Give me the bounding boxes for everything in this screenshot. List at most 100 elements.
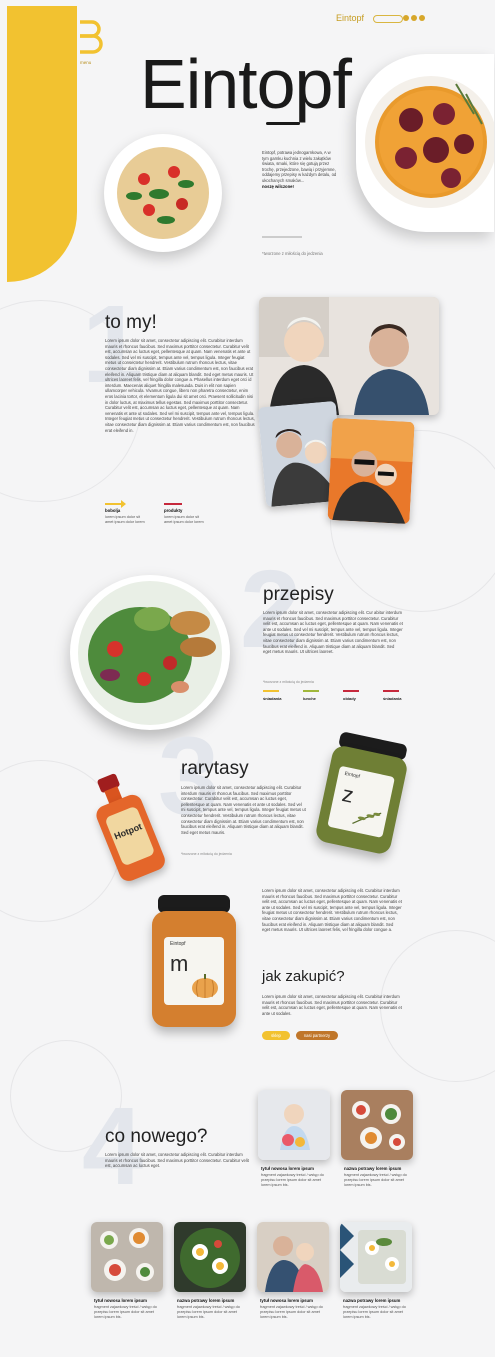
spice-jar: Eintopf m <box>150 895 238 1027</box>
jar-label: Eintopf z <box>327 765 395 838</box>
salad-plate <box>70 575 230 730</box>
recipes-footnote: *tworzone z miłością do jedzenia <box>263 680 314 684</box>
category-dinner[interactable]: obiady <box>343 690 373 701</box>
category-breakfast[interactable]: śniadania <box>263 690 293 701</box>
hero-divider <box>262 236 302 238</box>
sauce-label: Hotpot <box>112 821 144 842</box>
news-card-excerpt: fragment zajawkowy treści / wstęp do prz… <box>261 1173 324 1187</box>
hero-intro-text: Eintopf, potrawa jednogarnkowa, A w tym … <box>262 150 337 183</box>
page: menu Eintopf Eintopf Eintopf, potrawa je… <box>0 0 495 1357</box>
nav-brand[interactable]: Eintopf <box>336 13 364 23</box>
category-label: śniadania <box>263 696 282 701</box>
hero-intro-bold: noszę wilczone! <box>262 183 294 189</box>
news-card-text: nazwa potrawy lorem ipsum fragment zajaw… <box>177 1298 243 1320</box>
news-card-title: nazwa potrawy lorem ipsum <box>344 1166 402 1171</box>
logo-underline <box>266 122 300 125</box>
main-logo: Eintopf <box>140 45 352 123</box>
jar-letter: m <box>170 951 189 976</box>
how-to-buy-body: Lorem ipsum dolor sit amet, consectetur … <box>262 994 402 1016</box>
news-card[interactable]: nazwa potrawy lorem ipsum fragment zajaw… <box>174 1222 246 1342</box>
category-other[interactable]: śniadania <box>383 690 413 701</box>
social-icon-3[interactable] <box>419 15 425 21</box>
news-card-excerpt: fragment zajawkowy treści / wstęp do prz… <box>343 1305 406 1319</box>
category-lunch[interactable]: lunche <box>303 690 333 701</box>
hero-intro: Eintopf, potrawa jednogarnkowa, A w tym … <box>262 150 338 189</box>
news-card-text: tytuł nowosa lorem ipsum fragment zajawk… <box>94 1298 160 1320</box>
menu-label[interactable]: menu <box>80 60 91 65</box>
news-card-title: tytuł nowosa lorem ipsum <box>260 1298 314 1303</box>
about-col2-marker <box>164 503 182 505</box>
about-col2-text: lorem ipsum dolor sit amet ipsum dolor l… <box>164 515 204 524</box>
pesto-jar: Eintopf z <box>312 730 414 856</box>
specialties-body: Lorem ipsum dolor sit amet, consectetur … <box>181 785 306 835</box>
pumpkin-icon <box>192 974 218 998</box>
olive-branch-icon <box>352 812 382 825</box>
news-card-excerpt: fragment zajawkowy treści / wstęp do prz… <box>260 1305 323 1319</box>
shop-button[interactable]: sklep <box>262 1031 290 1040</box>
hero-footnote: *tworzone z miłością do jedzenia <box>262 251 323 256</box>
category-marker <box>343 690 359 692</box>
specialties-body-2: Lorem ipsum dolor sit amet, consectetur … <box>262 888 402 933</box>
news-card-image <box>91 1222 163 1292</box>
category-label: lunche <box>303 696 316 701</box>
category-label: śniadania <box>383 696 402 701</box>
search-input[interactable] <box>373 15 403 23</box>
hamburger-icon[interactable] <box>78 19 104 57</box>
news-card[interactable]: tytuł nowosa lorem ipsum fragment zajawk… <box>258 1090 330 1202</box>
bottle-label: Hotpot <box>104 805 156 867</box>
news-card-title: tytuł nowosa lorem ipsum <box>261 1166 315 1171</box>
jar-label: Eintopf m <box>164 937 224 1005</box>
about-col2-title: produkty <box>164 508 183 513</box>
news-card-text: tytuł nowosa lorem ipsum fragment zajawk… <box>261 1166 327 1188</box>
news-card-image <box>258 1090 330 1160</box>
news-card-text: tytuł nowosa lorem ipsum fragment zajawk… <box>260 1298 326 1320</box>
news-card[interactable]: tytuł nowosa lorem ipsum fragment zajawk… <box>91 1222 163 1342</box>
about-col2: produkty lorem ipsum dolor sit amet ipsu… <box>164 508 204 525</box>
section-title-news: co nowego? <box>105 1126 208 1147</box>
news-card-text: nazwa potrawy lorem ipsum fragment zajaw… <box>343 1298 409 1320</box>
news-card[interactable]: nazwa potrawy lorem ipsum fragment zajaw… <box>340 1222 412 1342</box>
about-col1: bobolja lorem ipsum dolor sit amet ipsum… <box>105 508 145 525</box>
news-card-image <box>341 1090 413 1160</box>
news-card-title: nazwa potrawy lorem ipsum <box>343 1298 401 1303</box>
news-body: Lorem ipsum dolor sit amet, consectetur … <box>105 1152 249 1169</box>
news-card-excerpt: fragment zajawkowy treści / wstęp do prz… <box>177 1305 240 1319</box>
news-card-title: nazwa potrawy lorem ipsum <box>177 1298 235 1303</box>
partners-button[interactable]: nasi partnerzy <box>296 1031 338 1040</box>
category-marker <box>263 690 279 692</box>
jar-brand: Eintopf <box>343 770 361 780</box>
jar-body: Eintopf m <box>152 911 236 1027</box>
news-card-title: tytuł nowosa lorem ipsum <box>94 1298 148 1303</box>
team-photo-main <box>259 297 439 415</box>
category-label: obiady <box>343 696 356 701</box>
section-title-specialties: rarytasy <box>181 758 249 779</box>
team-photo-couple-right <box>327 417 415 525</box>
news-card-excerpt: fragment zajawkowy treści / wstęp do prz… <box>344 1173 407 1187</box>
about-col1-text: lorem ipsum dolor sit amet ipsum dolor l… <box>105 515 145 524</box>
news-card[interactable]: nazwa potrawy lorem ipsum fragment zajaw… <box>341 1090 413 1202</box>
news-card-text: nazwa potrawy lorem ipsum fragment zajaw… <box>344 1166 410 1188</box>
category-marker <box>383 690 399 692</box>
news-card-image <box>174 1222 246 1292</box>
social-icon-1[interactable] <box>403 15 409 21</box>
category-marker <box>303 690 319 692</box>
news-card-image <box>340 1222 412 1292</box>
jar-brand: Eintopf <box>170 941 186 947</box>
about-col1-title: bobolja <box>105 508 121 513</box>
specialties-footnote: *tworzone z miłością do jedzenia <box>181 852 232 856</box>
arrow-right-icon <box>121 500 126 508</box>
section-title-about: to my! <box>105 312 157 333</box>
social-icon-2[interactable] <box>411 15 417 21</box>
about-body: Lorem ipsum dolor sit amet, consectetur … <box>105 338 255 433</box>
news-card-image <box>257 1222 329 1292</box>
recipe-categories: śniadania lunche obiady śniadania <box>263 690 413 704</box>
recipes-body: Lorem ipsum dolor sit amet, consectetur … <box>263 610 403 655</box>
menu-block[interactable] <box>7 6 77 282</box>
section-title-recipes: przepisy <box>263 584 334 605</box>
section-title-how-to-buy: jak zakupić? <box>262 968 345 985</box>
jar-body: Eintopf z <box>314 744 409 856</box>
hero-plate-left <box>104 134 222 252</box>
news-card-excerpt: fragment zajawkowy treści / wstęp do prz… <box>94 1305 157 1319</box>
hero-plate-right <box>356 54 494 232</box>
news-card[interactable]: tytuł nowosa lorem ipsum fragment zajawk… <box>257 1222 329 1342</box>
